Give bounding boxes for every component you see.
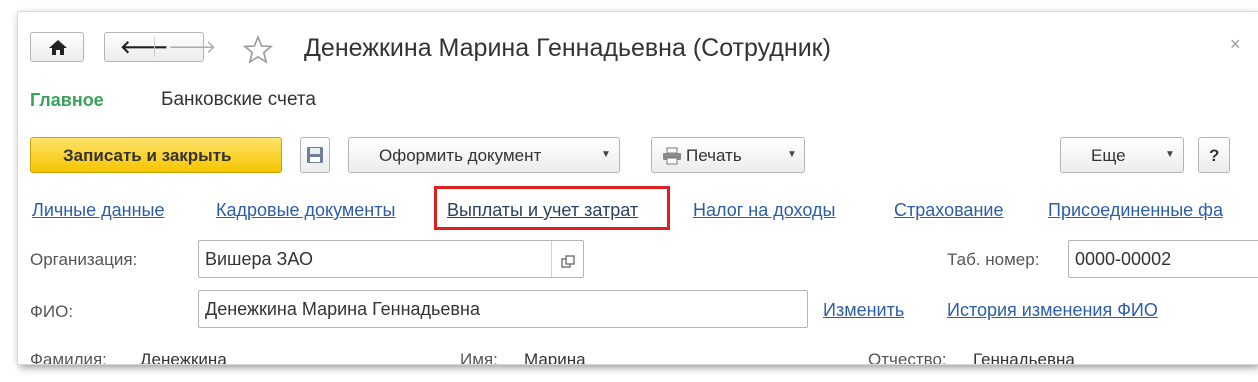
link-insurance[interactable]: Страхование <box>894 200 1003 221</box>
highlight-frame <box>434 186 670 230</box>
last-name-value: Денежкина <box>140 350 227 364</box>
patronymic-label: Отчество: <box>868 350 947 364</box>
home-icon <box>48 39 68 61</box>
save-button[interactable] <box>300 137 330 173</box>
print-dropdown[interactable]: Печать ▼ <box>651 137 805 173</box>
nav-divider <box>154 37 155 57</box>
more-label: Еще <box>1091 146 1126 165</box>
save-and-close-button[interactable]: Записать и закрыть <box>30 137 282 173</box>
organization-value: Вишера ЗАО <box>205 249 314 269</box>
chevron-down-icon: ▼ <box>787 149 797 160</box>
chevron-down-icon: ▼ <box>601 149 611 160</box>
window-title: Денежкина Марина Геннадьевна (Сотрудник) <box>304 34 831 62</box>
field-divider <box>551 241 552 277</box>
printer-icon <box>662 147 682 170</box>
change-fio-link[interactable]: Изменить <box>823 300 904 321</box>
help-button[interactable]: ? <box>1198 137 1230 173</box>
print-label: Печать <box>686 146 742 165</box>
fio-history-link[interactable]: История изменения ФИО <box>947 300 1158 321</box>
more-dropdown[interactable]: Еще ▼ <box>1060 137 1184 173</box>
patronymic-value: Геннадьевна <box>973 350 1075 364</box>
help-icon: ? <box>1209 146 1220 165</box>
close-icon[interactable]: × <box>1230 34 1241 55</box>
floppy-disk-icon <box>306 146 324 169</box>
save-and-close-label: Записать и закрыть <box>63 146 232 165</box>
tab-number-value: 0000-00002 <box>1075 249 1172 269</box>
link-hr-documents[interactable]: Кадровые документы <box>216 200 395 221</box>
link-income-tax[interactable]: Налог на доходы <box>693 200 835 221</box>
star-icon[interactable] <box>242 34 274 70</box>
tab-number-field[interactable]: 0000-00002 <box>1068 240 1258 278</box>
first-name-label: Имя: <box>460 350 498 364</box>
home-button[interactable] <box>30 32 84 62</box>
open-link-icon[interactable] <box>561 253 575 274</box>
last-name-label: Фамилия: <box>30 350 107 364</box>
create-document-dropdown[interactable]: Оформить документ ▼ <box>348 137 620 173</box>
arrow-right-icon[interactable]: 🡒 <box>168 37 216 57</box>
arrow-left-icon[interactable]: 🡐 <box>120 37 168 57</box>
tab-main[interactable]: Главное <box>30 90 104 111</box>
organization-label: Организация: <box>30 250 138 269</box>
tab-number-label: Таб. номер: <box>947 250 1040 269</box>
fio-label: ФИО: <box>30 302 74 321</box>
create-document-label: Оформить документ <box>379 146 542 165</box>
first-name-value: Марина <box>524 350 586 364</box>
fio-field[interactable]: Денежкина Марина Геннадьевна <box>198 290 808 328</box>
tab-bank-accounts[interactable]: Банковские счета <box>161 89 316 111</box>
link-attached-files[interactable]: Присоединенные фа <box>1048 200 1223 221</box>
organization-field[interactable]: Вишера ЗАО <box>198 240 584 278</box>
history-nav-group: 🡐 🡒 <box>104 32 216 62</box>
chevron-down-icon: ▼ <box>1165 149 1175 160</box>
fio-value: Денежкина Марина Геннадьевна <box>205 299 480 319</box>
employee-form-window: 🡐 🡒 Денежкина Марина Геннадьевна (Сотруд… <box>18 12 1258 364</box>
link-personal-data[interactable]: Личные данные <box>32 200 164 221</box>
